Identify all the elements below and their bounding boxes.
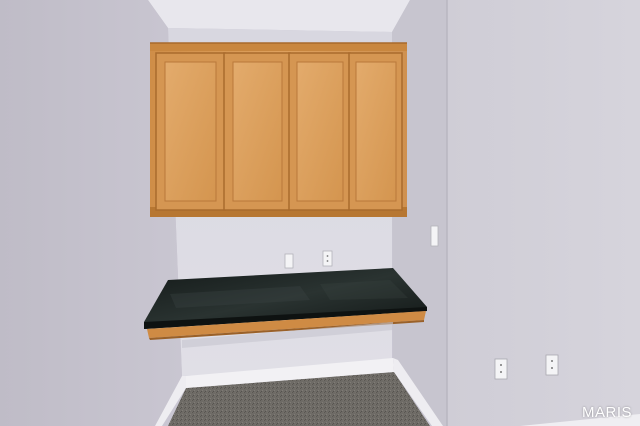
cabinet-door-1	[155, 52, 226, 211]
kitchen-desk-photo: MARIS	[0, 0, 640, 426]
wall-outlet-2	[322, 250, 333, 267]
ceiling	[148, 0, 410, 32]
light-switch	[430, 225, 439, 247]
maris-watermark: MARIS	[581, 404, 632, 421]
cabinet-door-4	[348, 52, 403, 211]
wall-outlet-4	[545, 354, 559, 376]
right-wall	[447, 0, 640, 426]
wall-outlet-3	[494, 358, 508, 380]
wall-outlet-1	[284, 253, 294, 269]
photo-drawing	[0, 0, 640, 426]
cabinet-door-3	[288, 52, 351, 211]
upper-cabinet	[150, 42, 407, 217]
cabinet-door-2	[223, 52, 291, 211]
